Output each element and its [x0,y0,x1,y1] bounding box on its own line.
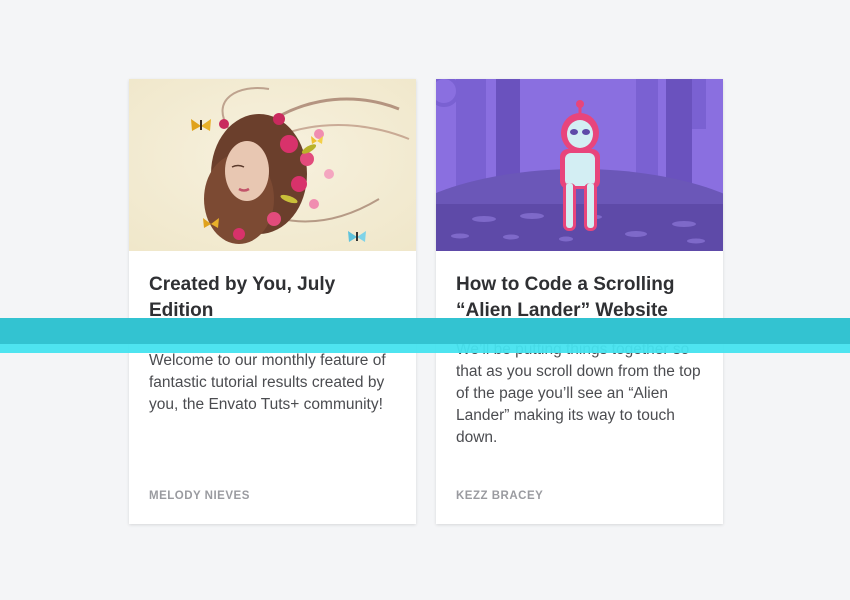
article-author[interactable]: KEZZ BRACEY [456,490,543,502]
article-thumbnail-image[interactable] [129,79,416,251]
article-card[interactable]: Created by You, July Edition Welcome to … [129,79,416,524]
article-title[interactable]: How to Code a Scrolling “Alien Lander” W… [456,272,706,324]
article-author[interactable]: MELODY NIEVES [149,490,250,502]
article-description: Welcome to our monthly feature of fantas… [149,352,386,413]
article-card[interactable]: How to Code a Scrolling “Alien Lander” W… [436,79,723,524]
article-title[interactable]: Created by You, July Edition [149,272,399,324]
accent-band-highlight [0,344,850,353]
accent-band [0,318,850,353]
article-description: We’ll be putting things together so that… [456,341,701,446]
article-thumbnail-image[interactable] [436,79,723,251]
accent-band-main [0,318,850,344]
